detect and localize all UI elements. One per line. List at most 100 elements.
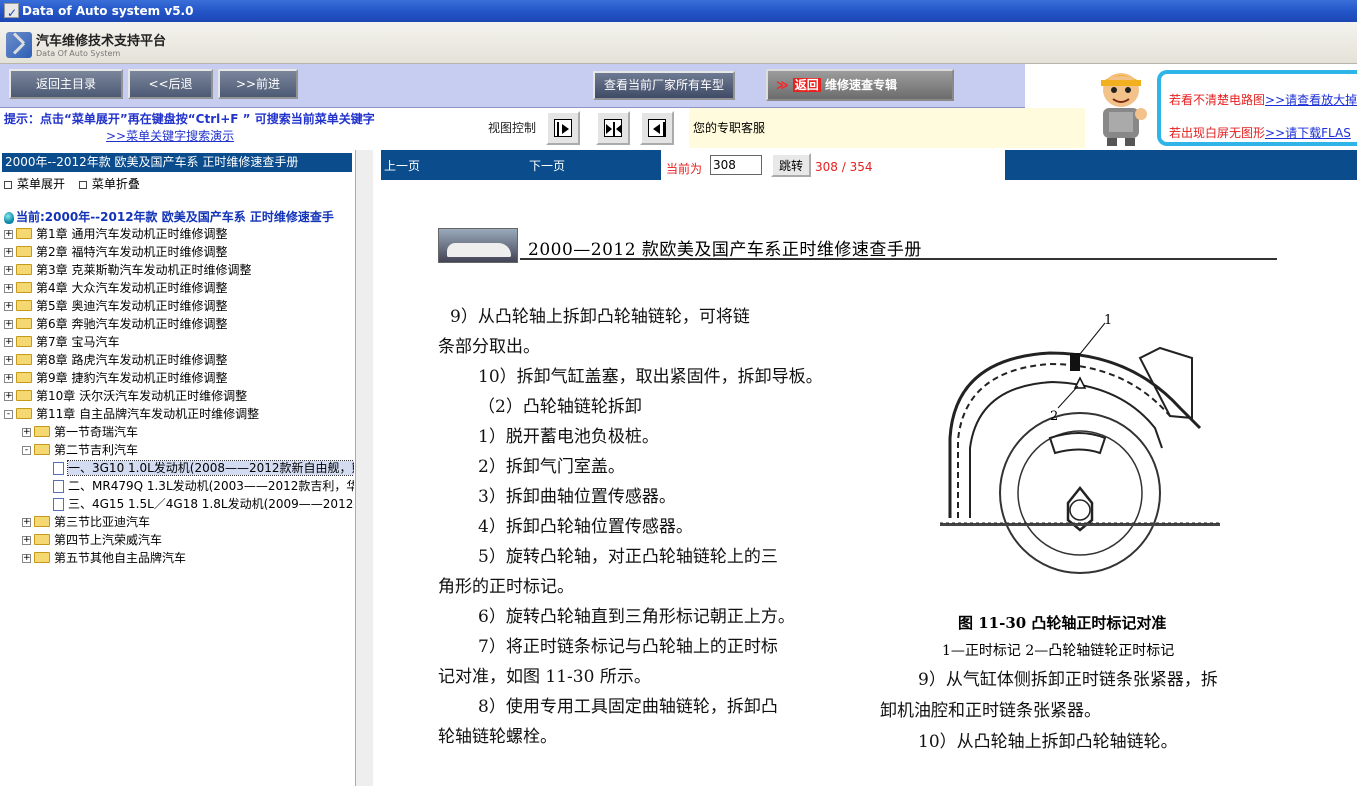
tree-folder-item[interactable]: + 第9章 捷豹汽车发动机正时维修调整 bbox=[4, 369, 354, 387]
folder-icon bbox=[16, 228, 32, 239]
tree-folder-item[interactable]: + 第8章 路虎汽车发动机正时维修调整 bbox=[4, 351, 354, 369]
doc-line: 4）拆卸凸轮轴位置传感器。 bbox=[478, 517, 693, 537]
doc-line: 9）从凸轮轴上拆卸凸轮轴链轮，可将链 bbox=[450, 307, 750, 327]
doc-line: （2）凸轮轴链轮拆卸 bbox=[478, 397, 642, 417]
return-badge: 返回 bbox=[792, 78, 821, 92]
customer-support-panel[interactable]: 您的专职客服 bbox=[689, 108, 1085, 148]
page-number-input[interactable] bbox=[710, 155, 762, 175]
figure-caption: 图 11-30 凸轮轴正时标记对准 bbox=[958, 614, 1167, 632]
next-page-link[interactable]: 下一页 bbox=[529, 157, 565, 174]
expand-toggle-icon[interactable]: + bbox=[4, 284, 13, 293]
doc-line: 10）从凸轮轴上拆卸凸轮轴链轮。 bbox=[918, 732, 1178, 752]
expand-toggle-icon[interactable]: + bbox=[4, 338, 13, 347]
current-book: 当前:2000年--2012年款 欧美及国产车系 正时维修速查手 bbox=[4, 208, 354, 225]
collapse-toggle-icon[interactable]: - bbox=[4, 410, 13, 419]
tree-page-item[interactable]: 一、3G10 1.0L发动机(2008——2012款新自由舰，熊 bbox=[4, 459, 354, 477]
folder-icon bbox=[16, 372, 32, 383]
tree-folder-item[interactable]: + 第五节其他自主品牌汽车 bbox=[4, 549, 354, 567]
folder-icon bbox=[34, 426, 50, 437]
tree-folder-item[interactable]: + 第1章 通用汽车发动机正时维修调整 bbox=[4, 225, 354, 243]
tree-item-label: 第5章 奥迪汽车发动机正时维修调整 bbox=[36, 299, 228, 313]
tree-folder-item[interactable]: + 第10章 沃尔沃汽车发动机正时维修调整 bbox=[4, 387, 354, 405]
expand-toggle-icon[interactable]: + bbox=[4, 248, 13, 257]
doc-line: 条部分取出。 bbox=[438, 337, 540, 357]
page-count: 308 / 354 bbox=[815, 160, 873, 174]
expand-toggle-icon[interactable]: + bbox=[4, 356, 13, 365]
tree-item-label: 第三节比亚迪汽车 bbox=[54, 515, 151, 529]
tree-folder-item[interactable]: + 第3章 克莱斯勒汽车发动机正时维修调整 bbox=[4, 261, 354, 279]
search-demo-link[interactable]: >>菜单关键字搜索演示 bbox=[106, 127, 234, 144]
return-quick-reference-button[interactable]: ≫ 返回 维修速查专辑 bbox=[766, 69, 954, 101]
document-page-icon bbox=[53, 462, 64, 475]
tree-folder-item[interactable]: + 第7章 宝马汽车 bbox=[4, 333, 354, 351]
expand-right-view-button[interactable] bbox=[546, 111, 580, 145]
tree-folder-item[interactable]: + 第5章 奥迪汽车发动机正时维修调整 bbox=[4, 297, 354, 315]
split-view-button[interactable] bbox=[596, 111, 630, 145]
view-control-label: 视图控制 bbox=[488, 121, 537, 135]
back-button[interactable]: <<后退 bbox=[128, 69, 213, 99]
tree-item-label: 第1章 通用汽车发动机正时维修调整 bbox=[36, 227, 228, 241]
tree-folder-item[interactable]: + 第4章 大众汽车发动机正时维修调整 bbox=[4, 279, 354, 297]
tree-page-item[interactable]: 二、MR479Q 1.3L发动机(2003——2012款吉利，华普 bbox=[4, 477, 354, 495]
doc-line: 7）将正时链条标记与凸轮轴上的正时标 bbox=[478, 637, 778, 657]
download-flash-link[interactable]: >>请下载FLAS bbox=[1265, 126, 1351, 140]
doc-line: 6）旋转凸轮轴直到三角形标记朝正上方。 bbox=[478, 607, 795, 627]
view-zoom-link[interactable]: >>请查看放大掉 bbox=[1265, 93, 1357, 107]
folder-icon bbox=[34, 444, 50, 455]
tree-item-label: 第8章 路虎汽车发动机正时维修调整 bbox=[36, 353, 228, 367]
doc-line: 2）拆卸气门室盖。 bbox=[478, 457, 625, 477]
collapse-toggle-icon[interactable]: - bbox=[22, 446, 31, 455]
tree-folder-item[interactable]: + 第2章 福特汽车发动机正时维修调整 bbox=[4, 243, 354, 261]
tree-folder-item[interactable]: - 第二节吉利汽车 bbox=[4, 441, 354, 459]
tree-folder-item[interactable]: - 第11章 自主品牌汽车发动机正时维修调整 bbox=[4, 405, 354, 423]
expand-toggle-icon[interactable]: + bbox=[4, 230, 13, 239]
ad-line-2: 若出现白屏无图形>>请下载FLAS bbox=[1169, 126, 1351, 140]
double-arrow-icon: ≫ bbox=[776, 78, 789, 92]
tree-item-label: 第7章 宝马汽车 bbox=[36, 335, 120, 349]
tree-folder-item[interactable]: + 第一节奇瑞汽车 bbox=[4, 423, 354, 441]
folder-icon bbox=[34, 534, 50, 545]
folder-icon bbox=[34, 516, 50, 527]
document-page-icon bbox=[53, 480, 64, 493]
camshaft-timing-figure: 1 2 bbox=[940, 313, 1220, 574]
menu-expand-button[interactable]: 菜单展开 bbox=[4, 177, 65, 191]
folder-icon bbox=[16, 408, 32, 419]
expand-toggle-icon[interactable]: + bbox=[4, 266, 13, 275]
figure-legend: 1—正时标记 2—凸轮轴链轮正时标记 bbox=[942, 643, 1175, 659]
expand-toggle-icon[interactable]: + bbox=[4, 302, 13, 311]
tree-folder-item[interactable]: + 第三节比亚迪汽车 bbox=[4, 513, 354, 531]
view-all-models-button[interactable]: 查看当前厂家所有车型 bbox=[593, 71, 735, 100]
square-icon bbox=[4, 180, 12, 189]
folder-icon bbox=[16, 318, 32, 329]
expand-toggle-icon[interactable]: + bbox=[22, 428, 31, 437]
expand-toggle-icon[interactable]: + bbox=[22, 518, 31, 527]
expand-toggle-icon[interactable]: + bbox=[4, 374, 13, 383]
chapter-tree: + 第1章 通用汽车发动机正时维修调整 + 第2章 福特汽车发动机正时维修调整 + 第3章… bbox=[4, 225, 354, 567]
help-ad-box[interactable]: 若看不清楚电路图>>请查看放大掉 若出现白屏无图形>>请下载FLAS bbox=[1157, 70, 1357, 146]
forward-button[interactable]: >>前进 bbox=[218, 69, 298, 99]
home-button[interactable]: 返回主目录 bbox=[9, 69, 123, 99]
expand-left-view-button[interactable] bbox=[640, 111, 674, 145]
prev-page-link[interactable]: 上一页 bbox=[384, 157, 420, 174]
tree-item-label: 第6章 奔驰汽车发动机正时维修调整 bbox=[36, 317, 228, 331]
folder-icon bbox=[16, 336, 32, 347]
panel-splitter[interactable] bbox=[355, 150, 373, 786]
expand-toggle-icon[interactable]: + bbox=[22, 554, 31, 563]
doc-line: 10）拆卸气缸盖塞，取出紧固件，拆卸导板。 bbox=[478, 367, 823, 387]
return-label: 维修速查专辑 bbox=[824, 78, 897, 92]
doc-line: 角形的正时标记。 bbox=[438, 577, 574, 597]
app-title: 汽车维修技术支持平台 bbox=[36, 34, 167, 49]
tree-page-item[interactable]: 三、4G15 1.5L／4G18 1.8L发动机(2009——2012款 bbox=[4, 495, 354, 513]
expand-toggle-icon[interactable]: + bbox=[4, 392, 13, 401]
tree-folder-item[interactable]: + 第四节上汽荣威汽车 bbox=[4, 531, 354, 549]
book-header: 2000年--2012年款 欧美及国产车系 正时维修速查手册 bbox=[2, 153, 352, 172]
tree-folder-item[interactable]: + 第6章 奔驰汽车发动机正时维修调整 bbox=[4, 315, 354, 333]
expand-toggle-icon[interactable]: + bbox=[22, 536, 31, 545]
arrow-left-icon bbox=[648, 119, 666, 137]
tree-item-label: 二、MR479Q 1.3L发动机(2003——2012款吉利，华普 bbox=[68, 479, 354, 493]
arrow-right-icon bbox=[554, 119, 572, 137]
expand-toggle-icon[interactable]: + bbox=[4, 320, 13, 329]
folder-icon bbox=[16, 246, 32, 257]
jump-button[interactable]: 跳转 bbox=[771, 153, 811, 177]
menu-collapse-button[interactable]: 菜单折叠 bbox=[78, 177, 140, 191]
